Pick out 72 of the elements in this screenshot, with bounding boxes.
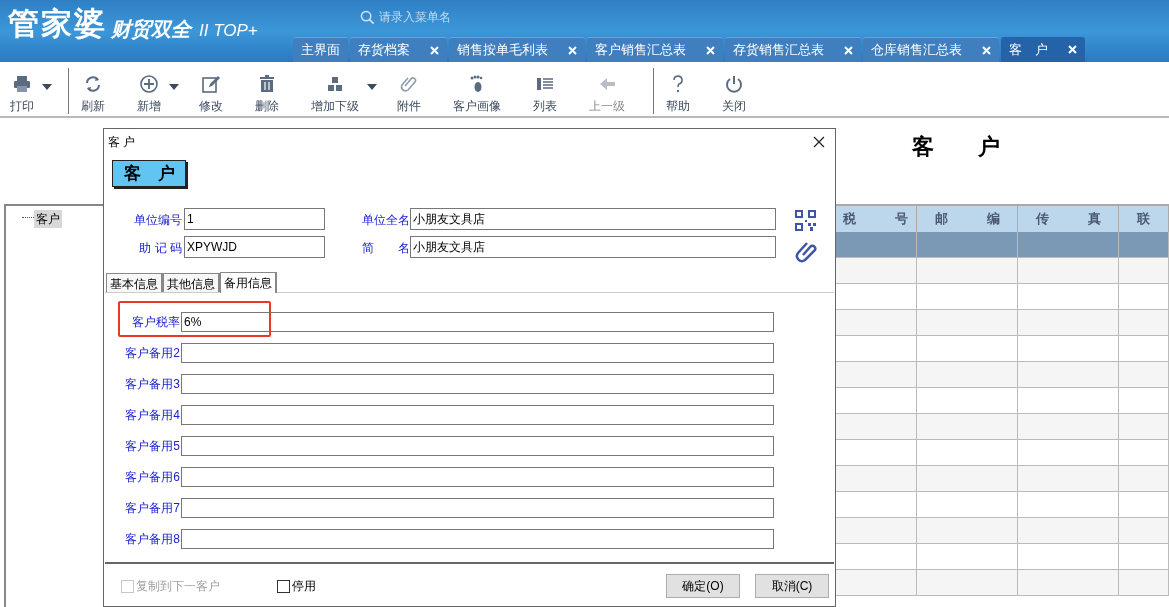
toolbar-button[interactable]: 客户画像: [445, 74, 509, 115]
input-field[interactable]: [181, 467, 774, 487]
input-field[interactable]: [181, 343, 774, 363]
printer-icon: [12, 74, 32, 94]
field-label: 客户备用8: [124, 531, 181, 548]
field-label: 客户备用4: [124, 407, 181, 424]
tree-item[interactable]: 客户: [34, 210, 62, 228]
caret-icon[interactable]: [42, 84, 52, 90]
toolbar-button[interactable]: 关闭: [714, 74, 754, 115]
search-field[interactable]: 请录入菜单名: [379, 8, 529, 26]
dialog-button[interactable]: 取消(C): [755, 574, 829, 598]
edition-text: II TOP+: [199, 22, 258, 39]
window-title: 客 户: [108, 134, 136, 151]
logo-text: 管家婆: [8, 8, 107, 39]
banner-label: 客 户: [112, 160, 186, 187]
field-label: 客户备用5: [124, 438, 181, 455]
field-label: 助 记 码: [138, 240, 182, 257]
field-label: 客户税率: [131, 314, 181, 331]
tab[interactable]: 客 户: [1001, 37, 1085, 62]
tab[interactable]: 基本信息: [106, 273, 163, 293]
tab[interactable]: 备用信息: [220, 272, 277, 293]
tab[interactable]: 存货档案: [350, 37, 447, 62]
field-label: 客户备用3: [124, 376, 181, 393]
tab[interactable]: 仓库销售汇总表: [863, 37, 999, 62]
dialog-button[interactable]: 确定(O): [666, 574, 740, 598]
input-field[interactable]: [181, 436, 774, 456]
product-name: 财贸双全: [111, 19, 191, 39]
toolbar-button[interactable]: 帮助: [658, 74, 698, 115]
field-label: 简 名: [361, 240, 410, 257]
tab[interactable]: 存货销售汇总表: [725, 37, 861, 62]
toolbar-button[interactable]: 新增: [129, 74, 169, 115]
field-label: 单位全名: [361, 212, 410, 229]
trash-icon: [257, 74, 277, 94]
page-title: 客 户: [912, 133, 1000, 161]
tab[interactable]: 客户销售汇总表: [587, 37, 723, 62]
close-icon[interactable]: [813, 136, 825, 148]
field-label: 单位编号: [133, 212, 182, 229]
blocks-icon: [325, 74, 345, 94]
edit-icon: [201, 74, 221, 94]
search-icon: [360, 9, 375, 25]
field-label: 客户备用6: [124, 469, 181, 486]
toolbar-button[interactable]: 附件: [389, 74, 429, 115]
refresh-icon: [83, 74, 103, 94]
toolbar-button[interactable]: 打印: [2, 74, 42, 115]
caret-icon[interactable]: [169, 84, 179, 90]
input-field[interactable]: 6%: [181, 312, 774, 332]
power-icon: [724, 74, 744, 94]
paperclip-icon: [399, 74, 419, 94]
field-label: 客户备用2: [124, 345, 181, 362]
toolbar-button[interactable]: 修改: [191, 74, 231, 115]
tab[interactable]: 主界面: [293, 37, 348, 62]
tab[interactable]: 销售按单毛利表: [449, 37, 585, 62]
caret-icon[interactable]: [367, 84, 377, 90]
qr-code-icon[interactable]: [795, 210, 816, 231]
checkbox-label: 复制到下一客户: [136, 578, 220, 595]
input-field[interactable]: [181, 405, 774, 425]
toolbar-button[interactable]: 增加下级: [303, 74, 367, 115]
checkbox[interactable]: [277, 579, 290, 593]
toolbar-button[interactable]: 刷新: [73, 74, 113, 115]
input-field[interactable]: [181, 498, 774, 518]
input-field[interactable]: [181, 374, 774, 394]
plus-circle-icon: [139, 74, 159, 94]
tab[interactable]: 其他信息: [163, 273, 220, 293]
input-field[interactable]: 小朋友文具店: [410, 208, 776, 230]
toolbar-button[interactable]: 列表: [525, 74, 565, 115]
input-field[interactable]: 小朋友文具店: [410, 236, 776, 258]
checkbox-label: 停用: [292, 578, 316, 595]
input-field[interactable]: [181, 529, 774, 549]
input-field[interactable]: 1: [184, 208, 325, 230]
toolbar-button[interactable]: 删除: [247, 74, 287, 115]
input-field[interactable]: XPYWJD: [184, 236, 325, 258]
field-label: 客户备用7: [124, 500, 181, 517]
